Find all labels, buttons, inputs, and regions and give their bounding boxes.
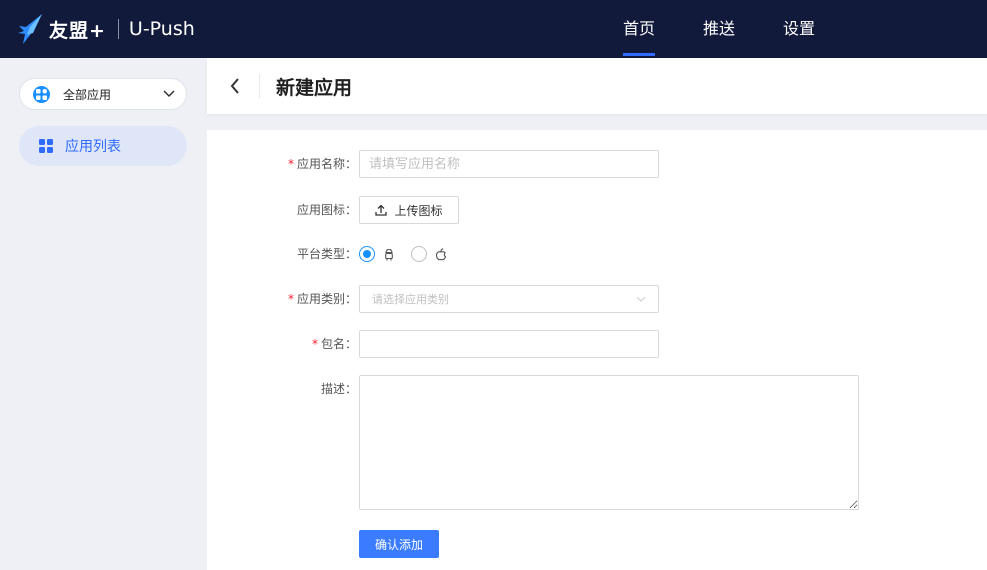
app-selector[interactable]: 全部应用 xyxy=(19,78,187,110)
category-select-placeholder: 请选择应用类别 xyxy=(372,293,449,306)
sidebar: 全部应用 应用列表 xyxy=(0,58,207,570)
product-name: U-Push xyxy=(128,18,195,40)
page-header: 新建应用 xyxy=(207,58,987,114)
package-name-label: * 包名： xyxy=(311,337,357,351)
grid-icon xyxy=(39,139,53,153)
package-name-input[interactable] xyxy=(359,330,659,358)
required-mark: * xyxy=(287,157,294,171)
android-icon xyxy=(385,248,393,261)
description-label: 描述： xyxy=(320,382,357,396)
platform-android-radio[interactable] xyxy=(359,246,375,262)
platform-label: 平台类型： xyxy=(296,247,357,261)
upload-icon-button[interactable]: 上传图标 xyxy=(359,196,459,224)
app-selector-label: 全部应用 xyxy=(63,87,112,102)
description-textarea[interactable] xyxy=(359,375,859,510)
confirm-add-button[interactable]: 确认添加 xyxy=(359,530,439,558)
apple-icon xyxy=(435,248,447,261)
nav-settings[interactable]: 设置 xyxy=(783,0,815,58)
nav-push[interactable]: 推送 xyxy=(703,0,735,58)
app-icon-label: 应用图标： xyxy=(296,203,357,217)
sidebar-item-label: 应用列表 xyxy=(65,139,121,155)
app-name-label: * 应用名称： xyxy=(287,157,357,171)
required-mark: * xyxy=(287,292,294,306)
chevron-down-icon xyxy=(163,90,175,98)
upload-button-label: 上传图标 xyxy=(394,203,443,218)
nav-active-indicator xyxy=(623,53,655,56)
bird-logo-icon xyxy=(18,14,42,44)
nav-home[interactable]: 首页 xyxy=(623,0,655,58)
app-name-input[interactable] xyxy=(359,150,659,178)
all-apps-icon xyxy=(33,85,50,103)
chevron-down-icon xyxy=(636,296,646,302)
header-divider xyxy=(259,74,260,98)
brand-name: 友盟+ xyxy=(49,19,106,42)
brand-logo[interactable]: 友盟+ U-Push xyxy=(16,12,195,46)
category-label: * 应用类别： xyxy=(287,292,357,306)
category-select[interactable]: 请选择应用类别 xyxy=(359,285,659,313)
platform-ios-radio[interactable] xyxy=(411,246,427,262)
upload-icon xyxy=(375,204,388,216)
sidebar-item-app-list[interactable]: 应用列表 xyxy=(19,126,187,166)
back-arrow-icon[interactable] xyxy=(227,76,243,96)
brand-divider xyxy=(117,19,119,39)
new-app-form: *应用名称： 应用图标： 上传图标 平台类型： *应用类别： 请选择应用类别 *… xyxy=(207,130,987,570)
page-title: 新建应用 xyxy=(276,77,353,99)
top-bar: 友盟+ U-Push 首页 推送 设置 xyxy=(0,0,987,58)
required-mark: * xyxy=(311,337,318,351)
